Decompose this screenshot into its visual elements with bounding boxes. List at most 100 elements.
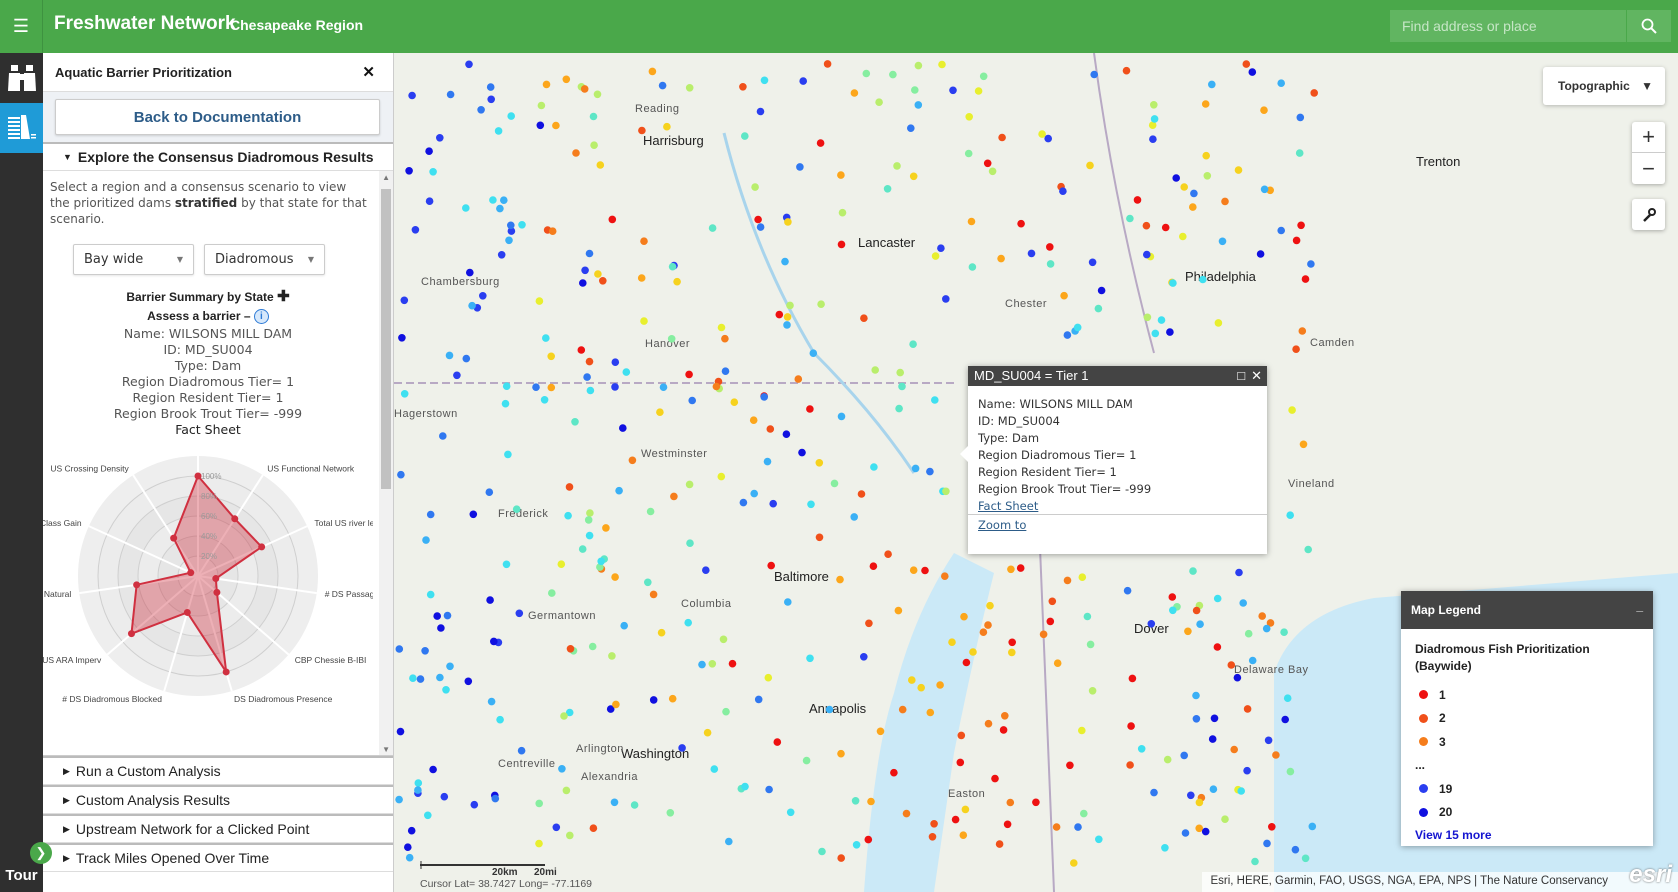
barrier-point[interactable]: [1218, 237, 1227, 246]
barrier-point[interactable]: [565, 483, 574, 491]
barrier-point[interactable]: [786, 808, 795, 817]
barrier-point[interactable]: [983, 159, 992, 168]
barrier-point[interactable]: [586, 386, 595, 395]
barrier-point[interactable]: [612, 700, 620, 709]
barrier-point[interactable]: [1227, 661, 1236, 669]
barrier-point[interactable]: [769, 499, 777, 508]
barrier-point[interactable]: [894, 606, 903, 615]
barrier-point[interactable]: [1221, 197, 1229, 206]
barrier-point[interactable]: [969, 648, 977, 656]
barrier-point[interactable]: [799, 77, 807, 85]
barrier-point[interactable]: [979, 72, 988, 81]
barrier-point[interactable]: [552, 823, 561, 832]
barrier-point[interactable]: [1147, 620, 1156, 628]
barrier-point[interactable]: [1248, 656, 1257, 665]
barrier-point[interactable]: [589, 112, 598, 121]
barrier-point[interactable]: [807, 500, 815, 509]
barrier-point[interactable]: [1094, 304, 1103, 313]
barrier-point[interactable]: [1063, 331, 1072, 339]
barrier-point[interactable]: [1281, 715, 1289, 724]
minimize-icon[interactable]: _: [1636, 599, 1643, 613]
barrier-point[interactable]: [1235, 568, 1243, 577]
barrier-point[interactable]: [1052, 823, 1061, 831]
barrier-point[interactable]: [1078, 726, 1086, 735]
barrier-point[interactable]: [725, 837, 733, 846]
barrier-point[interactable]: [702, 566, 710, 574]
barrier-point[interactable]: [986, 601, 994, 610]
barrier-point[interactable]: [1308, 822, 1317, 831]
barrier-point[interactable]: [1243, 766, 1251, 775]
barrier-point[interactable]: [750, 489, 758, 498]
barrier-point[interactable]: [914, 61, 923, 70]
barrier-point[interactable]: [505, 236, 513, 245]
barrier-point[interactable]: [597, 557, 605, 566]
barrier-point[interactable]: [784, 598, 792, 606]
barrier-point[interactable]: [781, 257, 789, 266]
barrier-point[interactable]: [407, 826, 416, 835]
barrier-point[interactable]: [962, 658, 971, 667]
barrier-point[interactable]: [1262, 624, 1271, 633]
barrier-point[interactable]: [1209, 785, 1218, 793]
barrier-point[interactable]: [852, 841, 861, 849]
barrier-point[interactable]: [535, 799, 543, 808]
barrier-point[interactable]: [869, 562, 878, 570]
barrier-point[interactable]: [1277, 79, 1285, 87]
barrier-point[interactable]: [1133, 196, 1142, 204]
barrier-point[interactable]: [1007, 565, 1015, 574]
section-run-custom-analysis[interactable]: ▶ Run a Custom Analysis: [43, 756, 393, 785]
barrier-point[interactable]: [564, 511, 572, 520]
barrier-point[interactable]: [1083, 612, 1092, 621]
barrier-point[interactable]: [477, 106, 485, 114]
barrier-point[interactable]: [515, 609, 524, 618]
barrier-point[interactable]: [685, 370, 693, 379]
barrier-point[interactable]: [721, 334, 729, 343]
barrier-point[interactable]: [590, 141, 598, 149]
barrier-point[interactable]: [806, 405, 814, 413]
barrier-point[interactable]: [562, 75, 571, 84]
barrier-point[interactable]: [649, 590, 658, 599]
barrier-point[interactable]: [1008, 648, 1016, 657]
barrier-point[interactable]: [941, 572, 949, 580]
barrier-prioritization-tool-button[interactable]: [0, 103, 43, 153]
barrier-point[interactable]: [1190, 189, 1198, 198]
barrier-point[interactable]: [1301, 275, 1310, 283]
barrier-point[interactable]: [806, 654, 814, 663]
barrier-point[interactable]: [1242, 60, 1251, 68]
barrier-point[interactable]: [991, 774, 999, 783]
barrier-point[interactable]: [719, 635, 728, 644]
section-upstream-network[interactable]: ▶ Upstream Network for a Clicked Point: [43, 814, 393, 843]
barrier-point[interactable]: [1142, 221, 1151, 230]
barrier-point[interactable]: [703, 728, 712, 737]
barrier-point[interactable]: [445, 351, 454, 360]
barrier-point[interactable]: [816, 139, 825, 147]
barrier-point[interactable]: [1172, 174, 1180, 182]
barrier-point[interactable]: [507, 112, 515, 120]
barrier-point[interactable]: [579, 279, 587, 287]
barrier-point[interactable]: [585, 249, 594, 258]
barrier-point[interactable]: [911, 86, 919, 94]
barrier-point[interactable]: [1128, 674, 1137, 683]
barrier-point[interactable]: [670, 492, 678, 501]
barrier-point[interactable]: [1027, 249, 1036, 258]
barrier-point[interactable]: [1304, 545, 1312, 554]
barrier-point[interactable]: [1017, 219, 1025, 228]
barrier-point[interactable]: [1286, 511, 1294, 519]
barrier-point[interactable]: [397, 470, 405, 479]
barrier-point[interactable]: [640, 237, 648, 245]
barrier-point[interactable]: [721, 367, 730, 376]
fact-sheet-link[interactable]: Fact Sheet: [43, 422, 373, 438]
barrier-point[interactable]: [1230, 745, 1238, 754]
barrier-point[interactable]: [959, 831, 968, 839]
barrier-point[interactable]: [1277, 226, 1285, 235]
barrier-point[interactable]: [1161, 844, 1169, 852]
barrier-point[interactable]: [502, 560, 511, 569]
barrier-point[interactable]: [398, 334, 406, 342]
barrier-point[interactable]: [1201, 100, 1210, 108]
barrier-point[interactable]: [518, 221, 526, 229]
barrier-point[interactable]: [775, 310, 784, 319]
barrier-point[interactable]: [593, 90, 602, 99]
barrier-point[interactable]: [622, 368, 631, 376]
barrier-point[interactable]: [637, 274, 646, 282]
barrier-point[interactable]: [1272, 751, 1280, 759]
barrier-point[interactable]: [500, 196, 508, 204]
